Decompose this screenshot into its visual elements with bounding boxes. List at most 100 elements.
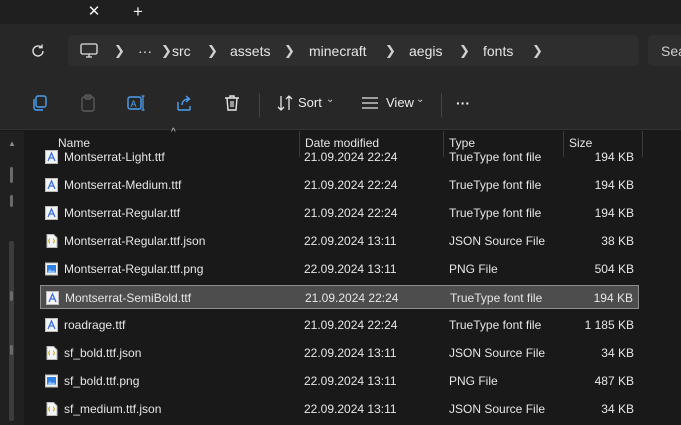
file-type: TrueType font file	[449, 178, 542, 192]
breadcrumb-aegis[interactable]: aegis	[409, 43, 442, 59]
file-type: JSON Source File	[449, 234, 546, 248]
command-bar: A Sort ⌄ View ⌄ ···	[0, 80, 681, 130]
file-type: TrueType font file	[449, 206, 542, 220]
file-type: JSON Source File	[449, 346, 546, 360]
command-divider	[259, 93, 260, 117]
chevron-right-icon: ❯	[207, 43, 218, 58]
font-file-icon	[45, 178, 58, 192]
breadcrumb-src[interactable]: src	[172, 43, 191, 59]
sort-icon	[277, 95, 293, 111]
chevron-down-icon: ⌄	[326, 94, 335, 105]
close-tab-button[interactable]: ✕	[84, 2, 104, 22]
file-type: PNG File	[449, 374, 498, 388]
nav-tick	[10, 345, 13, 355]
search-box[interactable]: Sea	[648, 35, 681, 66]
file-date-modified: 22.09.2024 13:11	[304, 374, 397, 388]
svg-text:A: A	[131, 99, 137, 109]
more-options-button[interactable]: ···	[456, 95, 470, 111]
delete-icon[interactable]	[222, 93, 242, 113]
file-type: TrueType font file	[449, 318, 542, 332]
file-row[interactable]: Montserrat-Light.ttf 21.09.2024 22:24 True…	[40, 145, 639, 169]
file-name: Montserrat-Medium.ttf	[64, 178, 182, 192]
file-size: 38 KB	[601, 234, 634, 248]
file-size: 194 KB	[594, 206, 634, 220]
file-row[interactable]: Montserrat-Regular.ttf.png 22.09.2024 13:…	[40, 257, 639, 281]
file-size: 1 185 KB	[584, 318, 634, 332]
sort-button[interactable]: Sort	[298, 95, 322, 110]
file-date-modified: 21.09.2024 22:24	[304, 178, 398, 192]
chevron-down-icon: ⌄	[416, 94, 425, 105]
nav-scrollbar-thumb[interactable]	[9, 241, 14, 421]
file-row[interactable]: Montserrat-Regular.ttf.json 22.09.2024 13…	[40, 229, 639, 253]
tab-strip: ✕ +	[0, 0, 681, 24]
copy-icon[interactable]	[30, 93, 50, 113]
file-row[interactable]: sf_bold.ttf.png 22.09.2024 13:11 PNG File 4…	[40, 369, 639, 393]
column-divider[interactable]	[642, 131, 643, 157]
chevron-right-icon: ❯	[284, 43, 295, 58]
file-row[interactable]: Montserrat-SemiBold.ttf 21.09.2024 22:24 T…	[40, 285, 639, 309]
file-name: sf_medium.ttf.json	[64, 402, 162, 416]
file-name: Montserrat-Light.ttf	[64, 150, 165, 164]
file-list: ^ Name Date modified Type Size Montserra…	[24, 127, 681, 425]
nav-tick	[10, 291, 13, 301]
chevron-right-icon: ❯	[161, 43, 172, 58]
file-row[interactable]: roadrage.ttf 21.09.2024 22:24 TrueType fon…	[40, 313, 639, 337]
file-type: PNG File	[449, 262, 498, 276]
address-bar[interactable]: ❯ ··· ❯ src ❯ assets ❯ minecraft ❯ aegis…	[68, 35, 639, 66]
paste-icon[interactable]	[78, 93, 98, 113]
file-name: Montserrat-SemiBold.ttf	[65, 291, 192, 305]
view-icon	[362, 97, 378, 109]
this-pc-icon	[80, 43, 98, 58]
breadcrumb-fonts[interactable]: fonts	[483, 43, 513, 59]
file-name: Montserrat-Regular.ttf	[64, 206, 181, 220]
file-date-modified: 21.09.2024 22:24	[304, 150, 398, 164]
breadcrumb-more[interactable]: ···	[138, 43, 152, 59]
file-name: Montserrat-Regular.ttf.json	[64, 234, 206, 248]
font-file-icon	[45, 150, 58, 164]
file-row[interactable]: Montserrat-Medium.ttf 21.09.2024 22:24 Tru…	[40, 173, 639, 197]
file-type: TrueType font file	[449, 150, 542, 164]
refresh-icon	[32, 44, 44, 57]
command-divider	[441, 93, 442, 117]
view-button[interactable]: View	[386, 95, 414, 110]
file-size: 194 KB	[593, 291, 633, 305]
file-size: 194 KB	[594, 150, 634, 164]
file-size: 487 KB	[594, 374, 634, 388]
file-name: sf_bold.ttf.png	[64, 374, 140, 388]
scroll-up-icon[interactable]: ▲	[8, 139, 16, 148]
sort-caret-icon: ^	[171, 127, 176, 138]
file-size: 34 KB	[601, 346, 634, 360]
rename-icon[interactable]: A	[126, 93, 146, 113]
file-date-modified: 22.09.2024 13:11	[304, 402, 397, 416]
file-row[interactable]: Montserrat-Regular.ttf 21.09.2024 22:24 Tr…	[40, 201, 639, 225]
file-date-modified: 21.09.2024 22:24	[304, 318, 398, 332]
file-name: sf_bold.ttf.json	[64, 346, 142, 360]
nav-tick	[10, 195, 13, 207]
file-name: roadrage.ttf	[64, 318, 126, 332]
breadcrumb-assets[interactable]: assets	[230, 43, 270, 59]
font-file-icon	[46, 291, 59, 305]
chevron-right-icon[interactable]: ❯	[532, 43, 543, 59]
file-date-modified: 22.09.2024 13:11	[304, 262, 397, 276]
breadcrumb-minecraft[interactable]: minecraft	[309, 43, 367, 59]
file-date-modified: 21.09.2024 22:24	[304, 206, 398, 220]
file-size: 504 KB	[594, 262, 634, 276]
new-tab-button[interactable]: +	[128, 2, 148, 22]
file-name: Montserrat-Regular.ttf.png	[64, 262, 204, 276]
file-date-modified: 22.09.2024 13:11	[304, 234, 397, 248]
share-icon[interactable]	[174, 93, 194, 113]
chevron-right-icon: ❯	[114, 43, 125, 58]
refresh-button[interactable]	[28, 41, 48, 61]
json-file-icon	[45, 234, 58, 248]
json-file-icon	[45, 346, 58, 360]
json-file-icon	[45, 402, 58, 416]
file-row[interactable]: sf_bold.ttf.json 22.09.2024 13:11 JSON Sou…	[40, 341, 639, 365]
chevron-right-icon: ❯	[385, 43, 396, 58]
font-file-icon	[45, 318, 58, 332]
font-file-icon	[45, 206, 58, 220]
navigation-pane: ▲	[0, 131, 24, 425]
image-file-icon	[45, 374, 58, 388]
file-row[interactable]: sf_medium.ttf.json 22.09.2024 13:11 JSON S…	[40, 397, 639, 421]
search-placeholder: Sea	[661, 43, 681, 59]
file-type: JSON Source File	[449, 402, 546, 416]
